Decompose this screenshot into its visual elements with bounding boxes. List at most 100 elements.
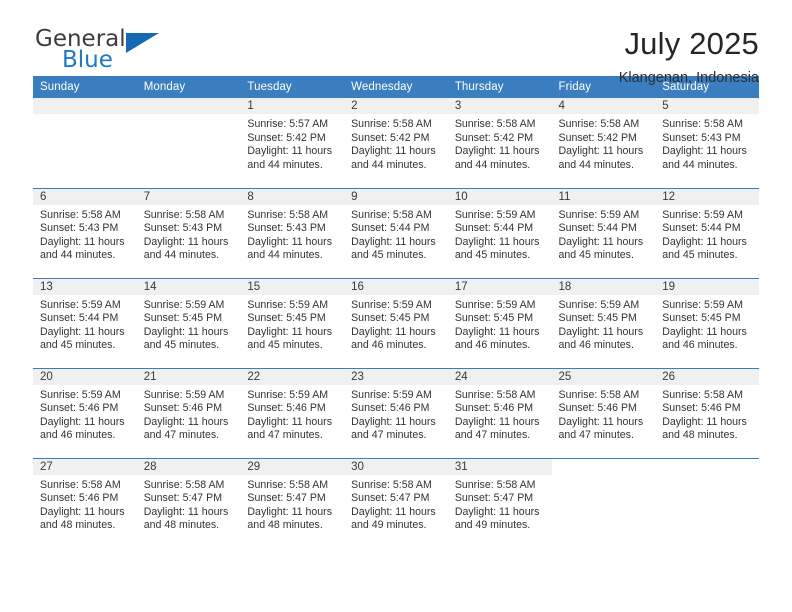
calendar-cell-day-18[interactable]: 18 Sunrise: 5:59 AM Sunset: 5:45 PM Dayligh…: [551, 277, 656, 368]
calendar-cell-day-6[interactable]: 6 Sunrise: 5:58 AM Sunset: 5:43 PM Daylight…: [33, 187, 137, 278]
calendar-body: 1 Sunrise: 5:57 AM Sunset: 5:42 PM Daylight…: [33, 98, 759, 548]
calendar-cell-day-24[interactable]: 24 Sunrise: 5:58 AM Sunset: 5:46 PM Dayligh…: [447, 367, 552, 458]
day-number: 26: [655, 368, 759, 385]
day-number: 15: [240, 278, 345, 295]
logo-text-blue: Blue: [62, 47, 113, 73]
calendar-cell-day-12[interactable]: 12 Sunrise: 5:59 AM Sunset: 5:44 PM Dayligh…: [655, 187, 759, 278]
daylight-text-line2: and 44 minutes.: [662, 158, 738, 171]
calendar-cell-day-15[interactable]: 15 Sunrise: 5:59 AM Sunset: 5:45 PM Dayligh…: [240, 277, 345, 368]
day-number: 21: [136, 368, 241, 385]
day-details: Sunrise: 5:59 AM Sunset: 5:44 PM Daylight:…: [33, 295, 137, 353]
day-number: 17: [447, 278, 552, 295]
calendar-cell-day-17[interactable]: 17 Sunrise: 5:59 AM Sunset: 5:45 PM Dayligh…: [447, 277, 552, 368]
day-details: Sunrise: 5:59 AM Sunset: 5:46 PM Daylight:…: [344, 385, 448, 443]
daylight-text-line1: Daylight: 11 hours: [247, 505, 333, 518]
day-number: 1: [240, 98, 345, 114]
calendar-cell-day-9[interactable]: 9 Sunrise: 5:58 AM Sunset: 5:44 PM Daylight…: [344, 187, 448, 278]
daylight-text-line2: and 47 minutes.: [454, 429, 531, 442]
daylight-text-line2: and 46 minutes.: [454, 339, 531, 352]
calendar-cell-day-28[interactable]: 28 Sunrise: 5:58 AM Sunset: 5:47 PM Dayligh…: [136, 457, 241, 548]
day-details: Sunrise: 5:59 AM Sunset: 5:45 PM Daylight:…: [655, 295, 759, 353]
sunset-text: Sunset: 5:47 PM: [454, 492, 534, 505]
sunset-text: Sunset: 5:42 PM: [247, 131, 326, 144]
calendar-cell-day-30[interactable]: 30 Sunrise: 5:58 AM Sunset: 5:47 PM Dayligh…: [344, 457, 448, 548]
sunset-text: Sunset: 5:46 PM: [662, 402, 741, 415]
calendar-cell-day-3[interactable]: 3 Sunrise: 5:58 AM Sunset: 5:42 PM Daylight…: [447, 98, 552, 188]
calendar-cell-empty: [655, 457, 759, 548]
sunset-text: Sunset: 5:43 PM: [247, 222, 326, 235]
calendar-cell-day-19[interactable]: 19 Sunrise: 5:59 AM Sunset: 5:45 PM Dayligh…: [655, 277, 759, 368]
calendar-cell-day-8[interactable]: 8 Sunrise: 5:58 AM Sunset: 5:43 PM Daylight…: [240, 187, 345, 278]
calendar-cell-day-7[interactable]: 7 Sunrise: 5:58 AM Sunset: 5:43 PM Daylight…: [136, 187, 241, 278]
day-number: 19: [655, 278, 759, 295]
day-number: 22: [240, 368, 345, 385]
daylight-text-line2: and 44 minutes.: [247, 249, 323, 262]
daylight-text-line2: and 49 minutes.: [351, 519, 427, 532]
calendar-cell-day-22[interactable]: 22 Sunrise: 5:59 AM Sunset: 5:46 PM Dayligh…: [240, 367, 345, 458]
day-number: 5: [655, 98, 759, 114]
day-details: Sunrise: 5:59 AM Sunset: 5:45 PM Daylight:…: [137, 295, 241, 353]
title-block: July 2025 Klangenan, Indonesia: [619, 27, 759, 85]
calendar-cell-day-21[interactable]: 21 Sunrise: 5:59 AM Sunset: 5:46 PM Dayligh…: [136, 367, 241, 458]
sunrise-text: Sunrise: 5:59 AM: [40, 298, 121, 311]
day-details: Sunrise: 5:58 AM Sunset: 5:43 PM Daylight:…: [655, 114, 759, 172]
sunrise-text: Sunrise: 5:58 AM: [143, 478, 225, 491]
sunrise-text: Sunrise: 5:58 AM: [351, 208, 432, 221]
day-details: Sunrise: 5:58 AM Sunset: 5:46 PM Daylight:…: [655, 385, 759, 443]
calendar-cell-day-1[interactable]: 1 Sunrise: 5:57 AM Sunset: 5:42 PM Daylight…: [240, 98, 345, 188]
day-details: Sunrise: 5:58 AM Sunset: 5:46 PM Daylight:…: [33, 475, 137, 533]
sunset-text: Sunset: 5:42 PM: [454, 131, 534, 144]
day-number: 6: [33, 188, 137, 205]
daylight-text-line1: Daylight: 11 hours: [247, 235, 333, 248]
sunset-text: Sunset: 5:46 PM: [558, 402, 637, 415]
day-details: Sunrise: 5:58 AM Sunset: 5:44 PM Daylight:…: [344, 205, 448, 263]
calendar-cell-day-2[interactable]: 2 Sunrise: 5:58 AM Sunset: 5:42 PM Daylight…: [344, 98, 448, 188]
daylight-text-line1: Daylight: 11 hours: [662, 235, 747, 248]
daylight-text-line1: Daylight: 11 hours: [143, 235, 229, 248]
sunset-text: Sunset: 5:44 PM: [662, 222, 741, 235]
generalblue-logo[interactable]: General Blue: [33, 28, 159, 80]
daylight-text-line2: and 46 minutes.: [662, 339, 738, 352]
daylight-text-line2: and 45 minutes.: [454, 249, 531, 262]
calendar-cell-day-11[interactable]: 11 Sunrise: 5:59 AM Sunset: 5:44 PM Dayligh…: [551, 187, 656, 278]
sunset-text: Sunset: 5:46 PM: [454, 402, 534, 415]
sunset-text: Sunset: 5:47 PM: [351, 492, 430, 505]
daylight-text-line1: Daylight: 11 hours: [40, 325, 125, 338]
daylight-text-line1: Daylight: 11 hours: [558, 235, 644, 248]
daylight-text-line1: Daylight: 11 hours: [143, 415, 229, 428]
daylight-text-line1: Daylight: 11 hours: [247, 415, 333, 428]
calendar-cell-day-16[interactable]: 16 Sunrise: 5:59 AM Sunset: 5:45 PM Dayligh…: [344, 277, 448, 368]
calendar-cell-day-20[interactable]: 20 Sunrise: 5:59 AM Sunset: 5:46 PM Dayligh…: [33, 367, 137, 458]
sunrise-text: Sunrise: 5:58 AM: [454, 478, 536, 491]
calendar-cell-day-26[interactable]: 26 Sunrise: 5:58 AM Sunset: 5:46 PM Dayligh…: [655, 367, 759, 458]
sunrise-text: Sunrise: 5:58 AM: [351, 118, 432, 130]
calendar-cell-day-4[interactable]: 4 Sunrise: 5:58 AM Sunset: 5:42 PM Daylight…: [551, 98, 656, 188]
daylight-text-line2: and 49 minutes.: [454, 519, 531, 532]
calendar-cell-day-23[interactable]: 23 Sunrise: 5:59 AM Sunset: 5:46 PM Dayligh…: [344, 367, 448, 458]
day-number: 12: [655, 188, 759, 205]
day-number: 28: [136, 458, 241, 475]
day-number-band: [655, 458, 759, 475]
calendar-week-row: 13 Sunrise: 5:59 AM Sunset: 5:44 PM Dayligh…: [33, 277, 759, 368]
sunset-text: Sunset: 5:46 PM: [40, 402, 119, 415]
calendar-cell-day-25[interactable]: 25 Sunrise: 5:58 AM Sunset: 5:46 PM Dayligh…: [551, 367, 656, 458]
sunrise-text: Sunrise: 5:59 AM: [247, 298, 329, 311]
calendar-cell-day-29[interactable]: 29 Sunrise: 5:58 AM Sunset: 5:47 PM Dayligh…: [240, 457, 345, 548]
calendar-cell-day-31[interactable]: 31 Sunrise: 5:58 AM Sunset: 5:47 PM Dayligh…: [447, 457, 552, 548]
daylight-text-line2: and 45 minutes.: [247, 339, 323, 352]
daylight-text-line2: and 45 minutes.: [143, 339, 220, 352]
sunrise-text: Sunrise: 5:58 AM: [454, 118, 536, 130]
calendar-cell-day-14[interactable]: 14 Sunrise: 5:59 AM Sunset: 5:45 PM Dayligh…: [136, 277, 241, 368]
day-details: Sunrise: 5:59 AM Sunset: 5:44 PM Daylight:…: [655, 205, 759, 263]
daylight-text-line1: Daylight: 11 hours: [143, 505, 229, 518]
daylight-text-line1: Daylight: 11 hours: [351, 415, 436, 428]
daylight-text-line2: and 44 minutes.: [454, 158, 531, 171]
triangle-icon: [126, 33, 159, 53]
calendar-cell-day-5[interactable]: 5 Sunrise: 5:58 AM Sunset: 5:43 PM Daylight…: [655, 98, 759, 188]
sunset-text: Sunset: 5:45 PM: [662, 312, 741, 325]
sunrise-text: Sunrise: 5:59 AM: [143, 388, 225, 401]
calendar-cell-day-10[interactable]: 10 Sunrise: 5:59 AM Sunset: 5:44 PM Dayligh…: [447, 187, 552, 278]
calendar-cell-day-13[interactable]: 13 Sunrise: 5:59 AM Sunset: 5:44 PM Dayligh…: [33, 277, 137, 368]
sunrise-text: Sunrise: 5:59 AM: [143, 298, 225, 311]
calendar-cell-day-27[interactable]: 27 Sunrise: 5:58 AM Sunset: 5:46 PM Dayligh…: [33, 457, 137, 548]
